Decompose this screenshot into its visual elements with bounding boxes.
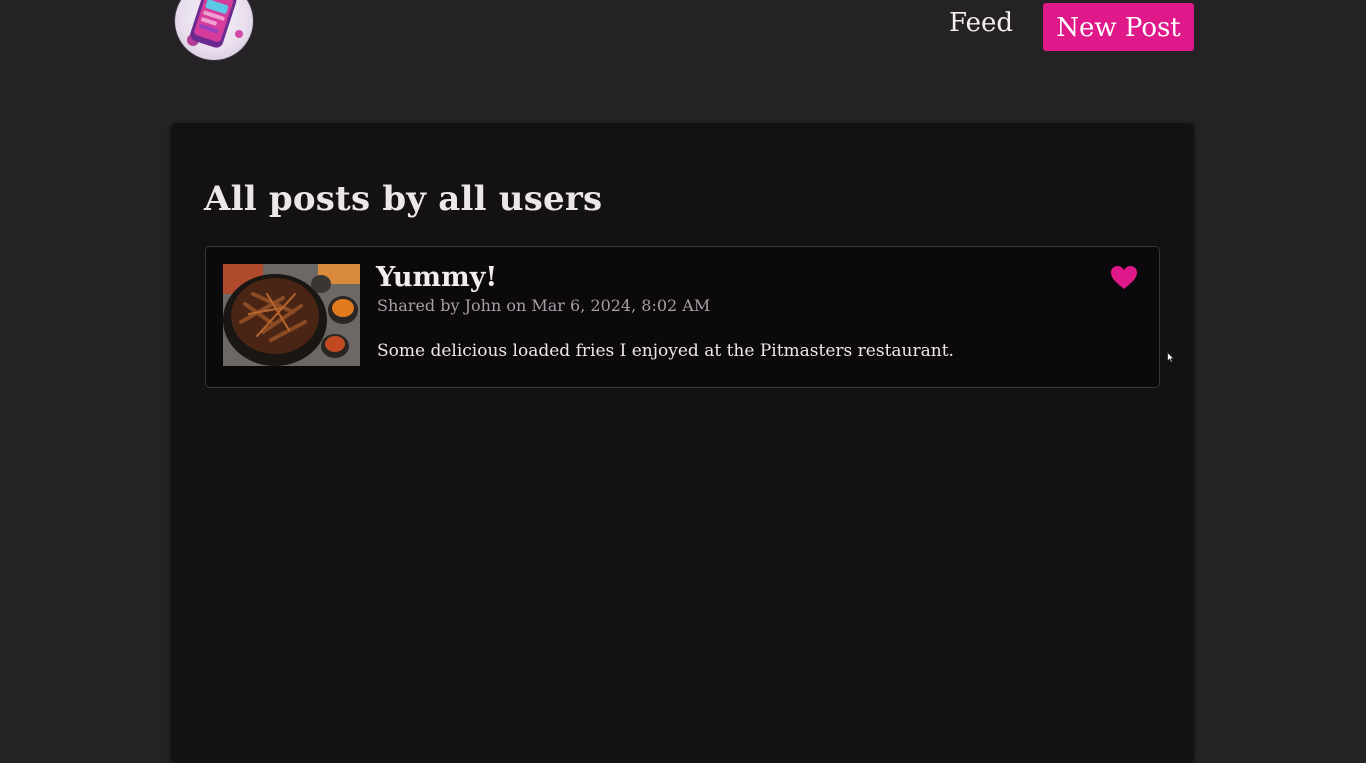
- post-card[interactable]: Yummy! Shared by John on Mar 6, 2024, 8:…: [205, 246, 1160, 388]
- post-title: Yummy!: [376, 262, 498, 293]
- post-meta: Shared by John on Mar 6, 2024, 8:02 AM: [377, 296, 711, 315]
- new-post-button[interactable]: New Post: [1043, 3, 1194, 51]
- feed-link[interactable]: Feed: [949, 8, 1013, 38]
- loaded-fries-photo: [223, 264, 360, 366]
- top-nav: Feed New Post: [0, 0, 1366, 70]
- post-body: Some delicious loaded fries I enjoyed at…: [377, 341, 954, 361]
- heart-icon[interactable]: [1110, 265, 1138, 291]
- posts-panel: All posts by all users Yummy! Shared by …: [171, 123, 1194, 763]
- mouse-cursor-icon: [1167, 348, 1175, 363]
- phone-logo-icon[interactable]: [175, 0, 253, 60]
- page-title: All posts by all users: [204, 179, 603, 219]
